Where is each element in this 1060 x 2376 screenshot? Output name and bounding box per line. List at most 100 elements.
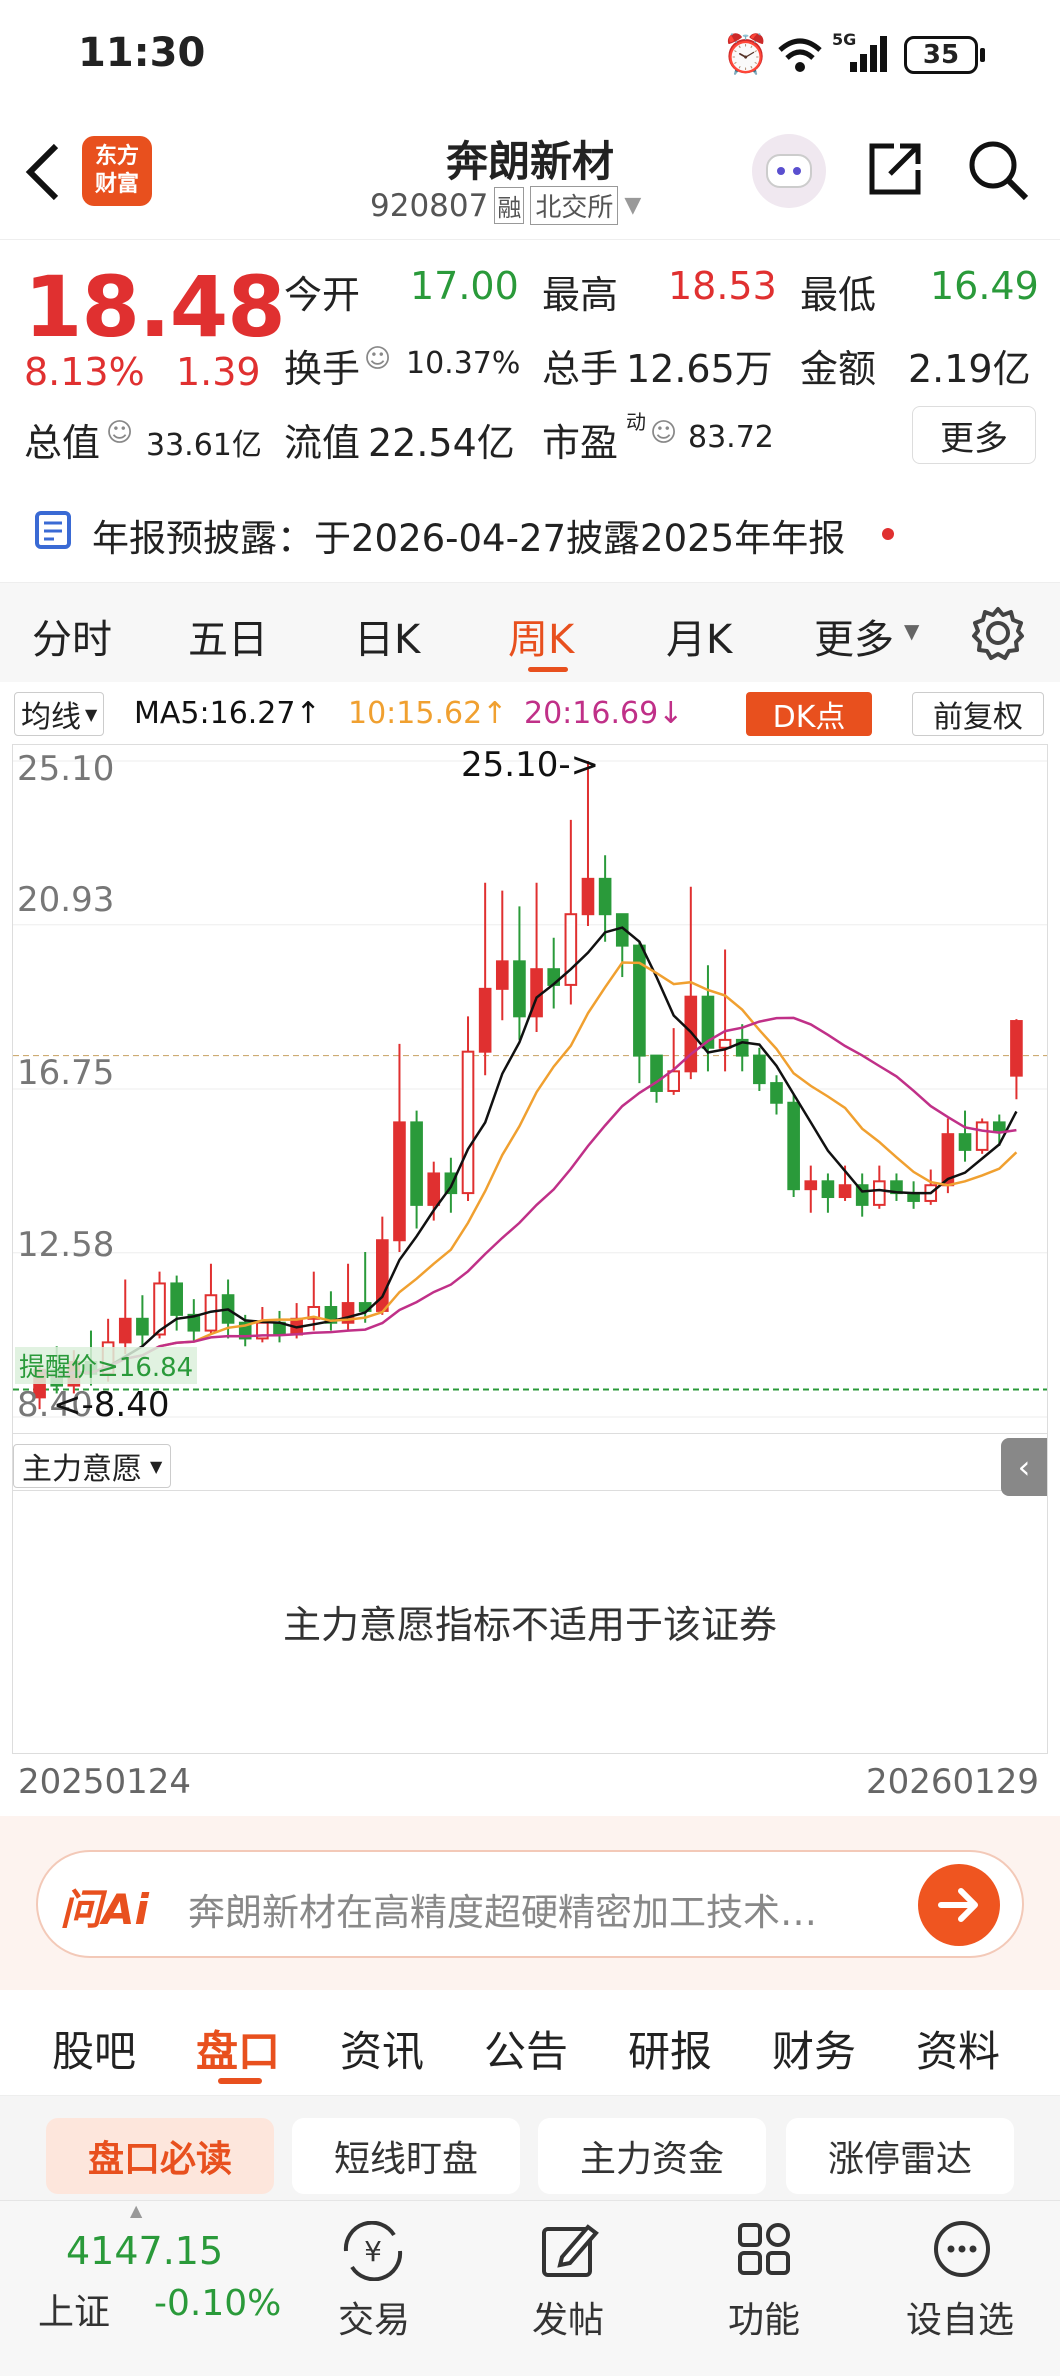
candle-body — [992, 1121, 1006, 1132]
collapse-panel-icon[interactable]: ‹ — [1001, 1438, 1047, 1496]
candle-body — [427, 1172, 441, 1206]
dropdown-icon[interactable]: ▼ — [624, 193, 641, 218]
candle-body — [410, 1121, 423, 1206]
stock-code-row: 920807 融 北交所 ▼ — [370, 186, 641, 225]
tab-zixun[interactable]: 资讯 — [340, 2018, 424, 2079]
ma-legend-bar: 均线 ▼ MA5:16.27↑ 10:15.62↑ 20:16.69↓ DK点 前… — [0, 684, 1060, 744]
back-icon[interactable] — [22, 142, 62, 202]
candle-body — [170, 1282, 183, 1316]
logo-line1: 东方 — [94, 144, 139, 169]
mktcap-info-icon[interactable]: ☺ — [106, 418, 133, 448]
pe-info-icon[interactable]: ☺ — [650, 418, 677, 448]
post-label[interactable]: 发帖 — [532, 2291, 604, 2343]
status-bar: 11:30 ⏰ 5G 35 — [0, 0, 1060, 110]
adjust-button[interactable]: 前复权 — [912, 692, 1044, 736]
tab-zhouk[interactable]: 周K — [508, 607, 574, 665]
search-icon[interactable] — [966, 138, 1030, 202]
tab-more[interactable]: 更多 — [814, 607, 894, 665]
trade-label[interactable]: 交易 — [338, 2291, 410, 2343]
watermark — [7, 1071, 27, 1091]
candle-body — [667, 1070, 680, 1092]
expand-caret-icon[interactable]: ▲ — [130, 2201, 142, 2220]
ai-robot-icon[interactable] — [752, 134, 826, 208]
tab-ziliao[interactable]: 资料 — [916, 2018, 1000, 2079]
report-icon — [35, 511, 71, 549]
indicator-selector[interactable]: 主力意愿 ▼ — [13, 1444, 172, 1488]
candle-body — [804, 1180, 818, 1191]
more-button[interactable]: 更多 — [912, 406, 1036, 464]
tab-caiwu[interactable]: 财务 — [772, 2018, 856, 2079]
candle-body — [787, 1101, 800, 1191]
y-label-4: 12.58 — [17, 1225, 115, 1265]
turnover-info-icon[interactable]: ☺ — [364, 344, 391, 374]
kline-svg[interactable] — [13, 745, 1047, 1433]
settings-gear-icon[interactable] — [970, 605, 1026, 661]
tab-gonggao[interactable]: 公告 — [484, 2018, 568, 2079]
mktcap-value: 33.61亿 — [146, 428, 262, 463]
dk-point-button[interactable]: DK点 — [746, 692, 872, 736]
add-watchlist-label[interactable]: 设自选 — [906, 2291, 1014, 2343]
open-value: 17.00 — [410, 264, 519, 308]
candle-body — [958, 1133, 972, 1151]
indicator-caret-icon: ▼ — [150, 1456, 163, 1476]
tab-fenshi[interactable]: 分时 — [32, 607, 112, 665]
subtab-zhuli[interactable]: 主力资金 — [538, 2118, 766, 2194]
max-marker: 25.10-> — [461, 745, 600, 785]
trade-icon[interactable]: ¥ — [336, 2220, 410, 2282]
quote-panel: 18.48 8.13% 1.39 今开 17.00 最高 18.53 最低 16… — [0, 240, 1060, 480]
tab-pankou[interactable]: 盘口 — [196, 2018, 280, 2079]
subtab-pankou-bidu[interactable]: 盘口必读 — [46, 2118, 274, 2194]
pe-label: 市盈 — [542, 421, 619, 465]
notice-bar[interactable]: 年报预披露：于2026-04-27披露2025年年报 — [0, 490, 1060, 570]
sub-tabs: 盘口必读 短线盯盘 主力资金 涨停雷达 — [0, 2096, 1060, 2200]
candle-body — [1010, 1020, 1023, 1077]
stock-header: 东方 财富 奔朗新材 920807 融 北交所 ▼ — [0, 110, 1060, 240]
unread-dot — [882, 528, 894, 540]
active-tab-indicator — [528, 667, 568, 672]
candle-body — [581, 877, 595, 916]
ai-section: 问Ai 奔朗新材在高精度超硬精密加工技术… — [0, 1816, 1060, 1990]
tab-yanbao[interactable]: 研报 — [628, 2018, 712, 2079]
last-price: 18.48 — [24, 258, 286, 356]
high-value: 18.53 — [668, 264, 777, 308]
ai-send-button[interactable] — [918, 1864, 1000, 1946]
open-label: 今开 — [284, 273, 361, 317]
alert-price-label[interactable]: 提醒价≥16.84 — [15, 1347, 198, 1384]
volume-label: 总手 — [542, 347, 619, 391]
tab-guba[interactable]: 股吧 — [52, 2018, 136, 2079]
pe-value: 83.72 — [688, 420, 774, 455]
function-icon[interactable] — [736, 2221, 792, 2281]
date-range: 20250124 20260129 — [0, 1756, 1060, 1816]
add-watchlist-icon[interactable] — [932, 2219, 992, 2283]
indicator-selector-label: 主力意愿 — [22, 1452, 142, 1487]
margin-tag: 融 — [494, 187, 525, 224]
candle-body — [461, 1050, 475, 1195]
ma-selector[interactable]: 均线 ▼ — [14, 692, 105, 736]
index-value: 4147.15 — [66, 2229, 224, 2273]
ai-input-box[interactable]: 问Ai 奔朗新材在高精度超硬精密加工技术… — [36, 1850, 1024, 1958]
y-label-max: 25.10 — [17, 749, 115, 789]
candle-body — [564, 913, 578, 986]
ma20-value: 20:16.69↓ — [524, 696, 684, 731]
battery-level: 35 — [922, 40, 960, 70]
amount-label: 金额 — [800, 347, 877, 391]
kline-chart[interactable]: 25.10 20.93 16.75 12.58 8.40 25.10-> <-8… — [12, 744, 1048, 1434]
signal-icon — [850, 36, 887, 72]
function-label[interactable]: 功能 — [728, 2291, 800, 2343]
tab-rik[interactable]: 日K — [354, 607, 420, 665]
ai-label: 问Ai — [60, 1885, 149, 1934]
candle-body — [598, 877, 612, 916]
subtab-duanxian[interactable]: 短线盯盘 — [292, 2118, 520, 2194]
indicator-panel: 主力意愿 ▼ ‹ 主力意愿指标不适用于该证券 — [12, 1434, 1048, 1754]
share-icon[interactable] — [864, 138, 926, 200]
float-value: 22.54亿 — [368, 421, 515, 465]
tab-yuek[interactable]: 月K — [666, 607, 732, 665]
tab-wuri[interactable]: 五日 — [188, 607, 268, 665]
high-label: 最高 — [542, 273, 619, 317]
turnover-label: 换手 — [284, 347, 361, 391]
subtab-zhangting[interactable]: 涨停雷达 — [786, 2118, 1014, 2194]
volume-value: 12.65万 — [626, 347, 773, 391]
post-icon[interactable] — [540, 2219, 600, 2283]
change-value: 1.39 — [176, 350, 261, 394]
change-pct: 8.13% — [24, 350, 145, 394]
